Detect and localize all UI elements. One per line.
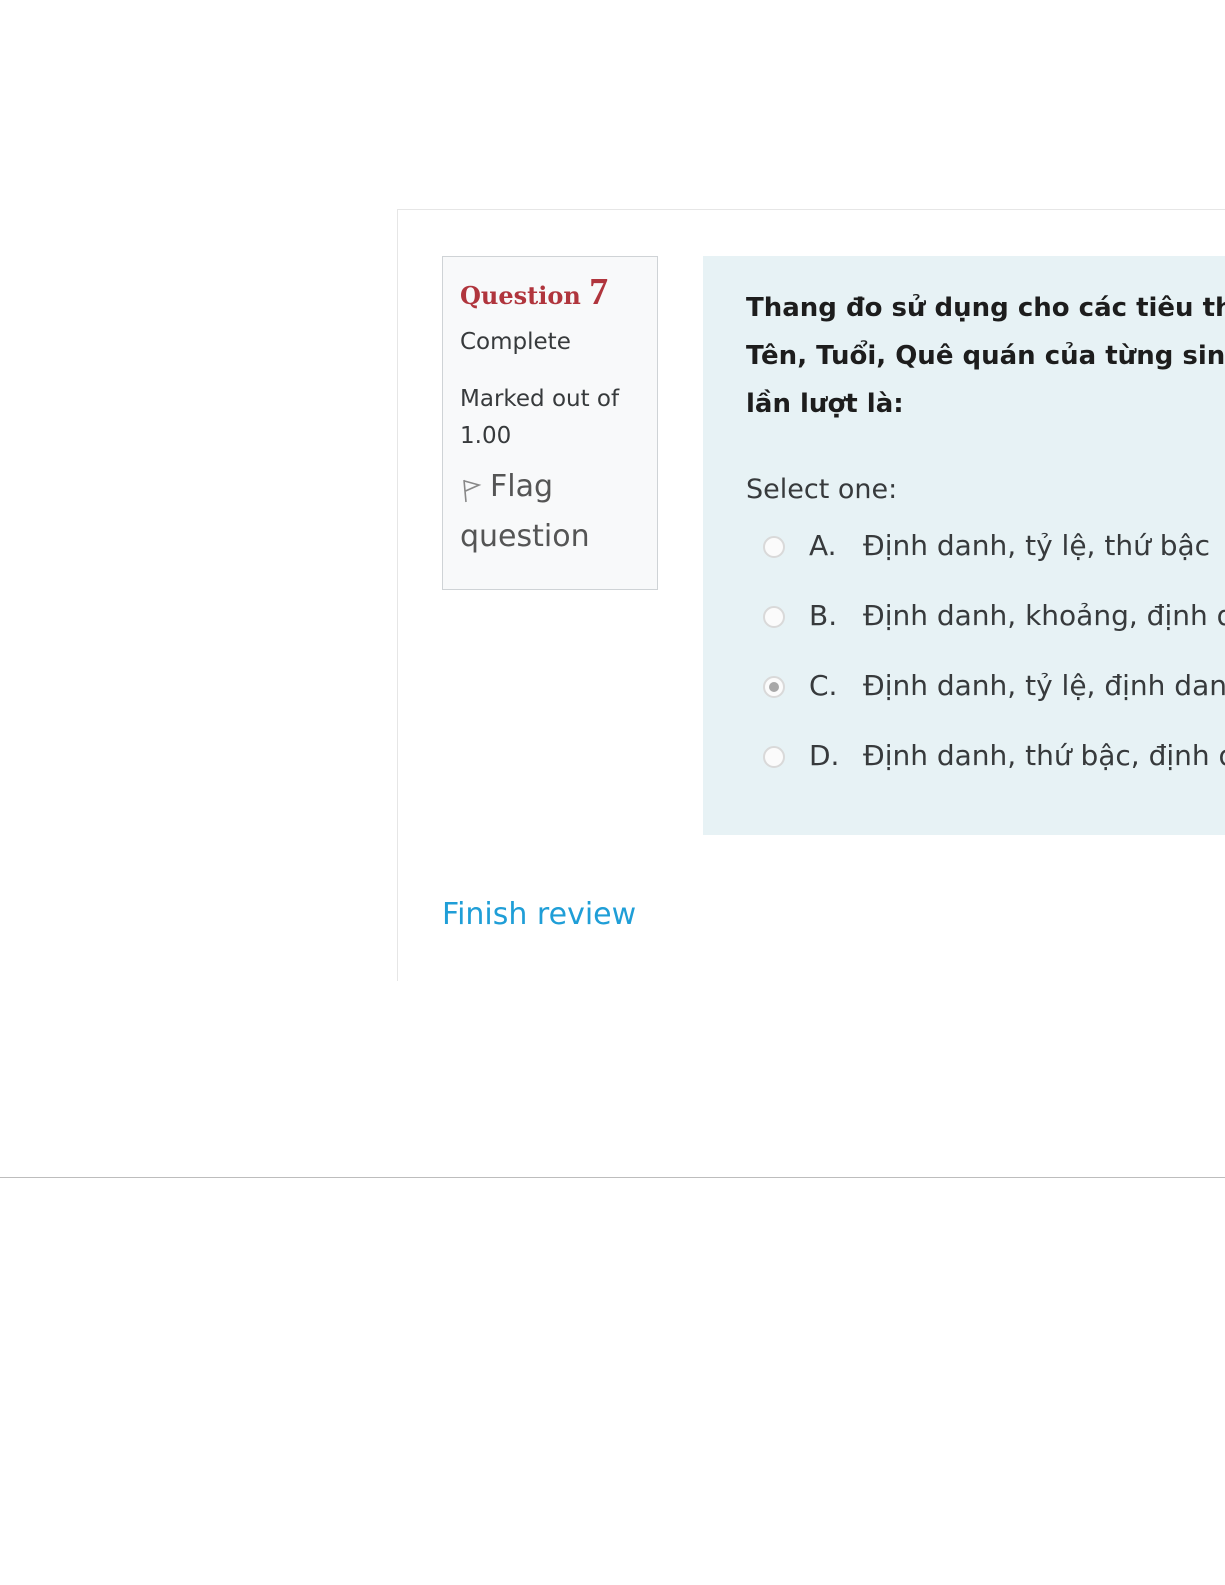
answer-option-b[interactable]: B. Định danh, khoảng, định d: [746, 592, 1225, 662]
footer-divider: [0, 1177, 1225, 1178]
answer-option-d[interactable]: D. Định danh, thứ bậc, định d: [746, 732, 1225, 802]
question-grade: Marked out of 1.00: [460, 381, 641, 455]
answer-letter: C.: [809, 669, 838, 702]
answer-letter: B.: [809, 599, 838, 632]
answer-letter: A.: [809, 529, 837, 562]
radio-button[interactable]: [763, 746, 785, 768]
answer-letter: D.: [809, 739, 840, 772]
answer-text: Định danh, thứ bậc, định d: [863, 739, 1225, 772]
question-info-panel: Question 7 Complete Marked out of 1.00 F…: [442, 256, 658, 590]
question-text: Thang đo sử dụng cho các tiêu th Tên, Tu…: [746, 284, 1225, 428]
grade-value: 1.00: [460, 423, 512, 449]
flag-label-line1: Flag: [490, 469, 554, 504]
select-one-prompt: Select one:: [746, 474, 898, 505]
radio-button[interactable]: [763, 606, 785, 628]
flag-question-button[interactable]: Flag question: [460, 462, 641, 562]
grade-label: Marked out of: [460, 386, 620, 412]
answer-list: A. Định danh, tỷ lệ, thứ bậc B. Định dan…: [746, 522, 1225, 802]
question-number-heading: Question 7: [460, 273, 641, 313]
answer-option-a[interactable]: A. Định danh, tỷ lệ, thứ bậc: [746, 522, 1225, 592]
question-text-line: Thang đo sử dụng cho các tiêu th: [746, 293, 1225, 323]
answer-text: Định danh, tỷ lệ, định danh: [863, 669, 1225, 702]
answer-text: Định danh, khoảng, định d: [863, 599, 1225, 632]
question-state: Complete: [460, 329, 571, 355]
flag-icon: [460, 470, 482, 503]
question-label: Question: [460, 281, 581, 310]
question-number: 7: [589, 271, 609, 313]
answer-option-c[interactable]: C. Định danh, tỷ lệ, định danh: [746, 662, 1225, 732]
page: Question 7 Complete Marked out of 1.00 F…: [0, 0, 1225, 1585]
radio-button[interactable]: [763, 536, 785, 558]
answer-text: Định danh, tỷ lệ, thứ bậc: [863, 529, 1211, 562]
question-text-line: Tên, Tuổi, Quê quán của từng sin: [746, 341, 1225, 371]
question-content: Thang đo sử dụng cho các tiêu th Tên, Tu…: [703, 256, 1225, 835]
finish-review-link[interactable]: Finish review: [442, 895, 636, 935]
radio-button-selected[interactable]: [763, 676, 785, 698]
question-text-line: lần lượt là:: [746, 389, 904, 419]
flag-label-line2: question: [460, 519, 590, 554]
